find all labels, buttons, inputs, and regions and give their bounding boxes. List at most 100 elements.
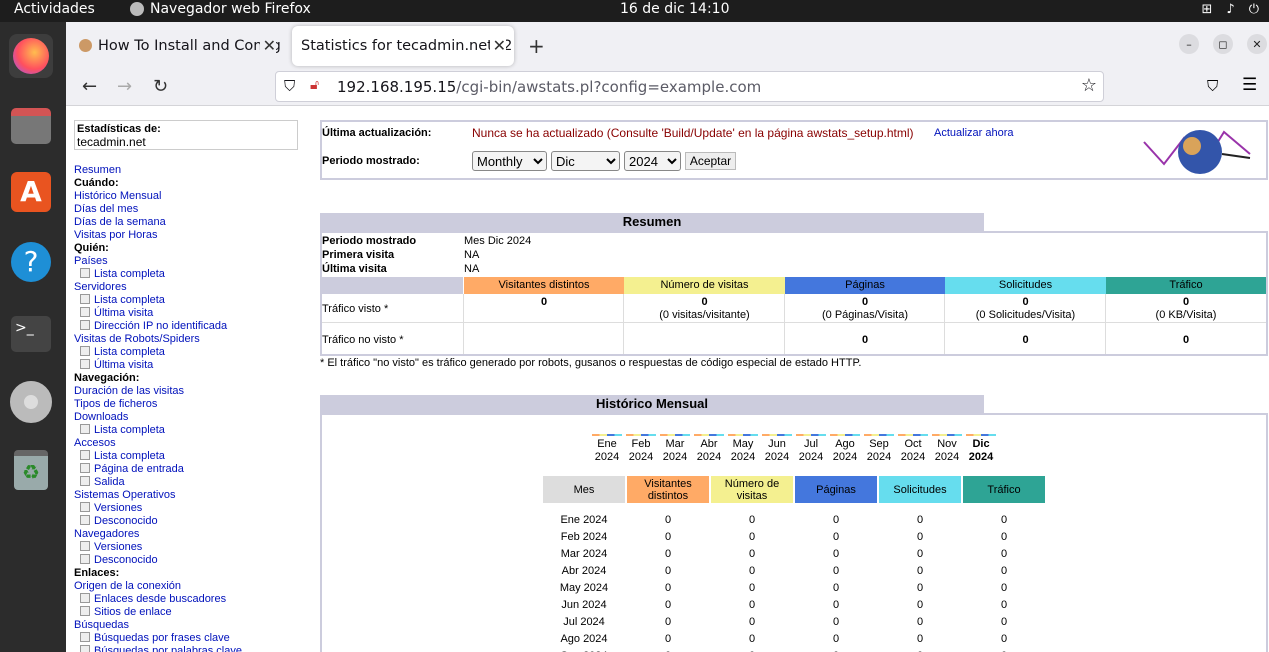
month-row-value: 0 (664, 616, 672, 628)
browser-chrome: How To Install and Config ✕ Statistics f… (66, 22, 1269, 106)
menu-link[interactable]: Versiones (74, 502, 314, 515)
maximize-button[interactable]: ◻ (1213, 34, 1233, 54)
new-tab-button[interactable]: + (528, 34, 545, 58)
menu-link[interactable]: Navegadores (74, 528, 314, 541)
menu-link[interactable]: Página de entrada (74, 463, 314, 476)
menu-link[interactable]: Servidores (74, 281, 314, 294)
month-bar-baseline (796, 434, 826, 436)
period-type-select[interactable]: Monthly (472, 151, 547, 171)
period-label: Periodo mostrado: (322, 155, 420, 167)
menu-link[interactable]: Lista completa (74, 294, 314, 307)
app-menu[interactable]: Navegador web Firefox (130, 1, 311, 17)
menu-link[interactable]: Desconocido (74, 515, 314, 528)
period-row-value: Mes Dic 2024 (464, 235, 532, 247)
month-row-label: Ene 2024 (560, 514, 608, 526)
monthly-col-header: Solicitudes (879, 476, 961, 503)
menu-link[interactable]: Lista completa (74, 450, 314, 463)
summary-col-header: Número de visitas (624, 277, 785, 294)
menu-heading: Quién: (74, 242, 109, 254)
menu-link[interactable]: Versiones (74, 541, 314, 554)
url-bar[interactable]: ⛉ 🔓︎ 192.168.195.15/cgi-bin/awstats.pl?c… (275, 71, 1104, 102)
disc-dock-icon[interactable] (9, 380, 53, 424)
seen-subvalue: (0 Solicitudes/Visita) (975, 309, 1076, 321)
menu-link[interactable]: Días de la semana (74, 216, 314, 229)
menu-link[interactable]: Países (74, 255, 314, 268)
menu-link[interactable]: Lista completa (74, 346, 314, 359)
shield-icon[interactable]: ⛉ (284, 77, 295, 95)
menu-link[interactable]: Búsquedas por palabras clave (74, 645, 314, 652)
seen-subvalue: (0 Páginas/Visita) (821, 309, 908, 321)
close-tab-icon[interactable]: ✕ (259, 36, 276, 55)
software-dock-icon[interactable]: A (9, 170, 53, 214)
month-row-value: 0 (748, 514, 756, 526)
year-label: 2024 (594, 451, 620, 463)
menu-link[interactable]: Desconocido (74, 554, 314, 567)
menu-link[interactable]: Última visita (74, 359, 314, 372)
menu-link[interactable]: Visitas por Horas (74, 229, 314, 242)
menu-icon[interactable]: ☰ (1242, 75, 1257, 95)
reload-button[interactable]: ↻ (153, 76, 168, 97)
insecure-lock-icon[interactable]: 🔓︎ (310, 77, 319, 93)
month-row-label: Ago 2024 (560, 633, 608, 645)
menu-link[interactable]: Última visita (74, 307, 314, 320)
tab-howto[interactable]: How To Install and Config ✕ (74, 26, 284, 66)
year-label: 2024 (798, 451, 824, 463)
month-select[interactable]: Dic (551, 151, 620, 171)
month-bar-baseline (932, 434, 962, 436)
row-divider (322, 322, 1266, 323)
month-row-value: 0 (664, 565, 672, 577)
trash-dock-icon[interactable]: ♻ (9, 448, 53, 492)
menu-link[interactable]: Accesos (74, 437, 314, 450)
menu-link[interactable]: Días del mes (74, 203, 314, 216)
menu-link[interactable]: Enlaces desde buscadores (74, 593, 314, 606)
forward-button[interactable]: → (117, 76, 132, 97)
menu-link[interactable]: Origen de la conexión (74, 580, 314, 593)
files-dock-icon[interactable] (9, 104, 53, 148)
summary-col-header: Páginas (785, 277, 945, 294)
month-row-value: 0 (832, 548, 840, 560)
clock[interactable]: 16 de dic 14:10 (620, 1, 729, 17)
column-divider (944, 294, 945, 354)
back-button[interactable]: ← (82, 76, 97, 97)
month-row-value: 0 (832, 514, 840, 526)
menu-link[interactable]: Dirección IP no identificada (74, 320, 314, 333)
month-row-value: 0 (664, 633, 672, 645)
menu-link[interactable]: Resumen (74, 164, 314, 177)
tab-statistics[interactable]: Statistics for tecadmin.net (2 ✕ (292, 26, 514, 66)
summary-note: * El tráfico "no visto" es tráfico gener… (320, 357, 862, 369)
pocket-icon[interactable]: ⛉ (1207, 77, 1218, 95)
bookmark-star-icon[interactable]: ☆ (1081, 75, 1097, 96)
menu-link[interactable]: Lista completa (74, 424, 314, 437)
url-path: /cgi-bin/awstats.pl?config=example.com (456, 78, 762, 96)
year-select[interactable]: 2024 (624, 151, 681, 171)
month-row-value: 0 (832, 633, 840, 645)
submit-button[interactable]: Aceptar (685, 152, 736, 170)
menu-link[interactable]: Búsquedas por frases clave (74, 632, 314, 645)
terminal-dock-icon[interactable]: >_ (9, 312, 53, 356)
menu-link[interactable]: Visitas de Robots/Spiders (74, 333, 314, 346)
system-tray[interactable]: ⊞ ♪ ⏻ (1202, 2, 1260, 17)
menu-link[interactable]: Sistemas Operativos (74, 489, 314, 502)
column-divider (1105, 294, 1106, 354)
activities-button[interactable]: Actividades (14, 1, 95, 17)
menu-link[interactable]: Histórico Mensual (74, 190, 314, 203)
year-label: 2024 (866, 451, 892, 463)
menu-link[interactable]: Salida (74, 476, 314, 489)
year-label: 2024 (730, 451, 756, 463)
help-dock-icon[interactable]: ? (9, 240, 53, 284)
minimize-button[interactable]: – (1179, 34, 1199, 54)
menu-link[interactable]: Tipos de ficheros (74, 398, 314, 411)
month-label: Jul (803, 438, 819, 450)
month-label: Ene (597, 438, 617, 450)
close-tab-icon[interactable]: ✕ (489, 36, 506, 55)
menu-link[interactable]: Búsquedas (74, 619, 314, 632)
update-now-link[interactable]: Actualizar ahora (934, 127, 1014, 139)
menu-link[interactable]: Duración de las visitas (74, 385, 314, 398)
menu-link[interactable]: Lista completa (74, 268, 314, 281)
month-bar-baseline (694, 434, 724, 436)
firefox-dock-icon[interactable] (9, 34, 53, 78)
month-label: May (732, 438, 754, 450)
menu-link[interactable]: Downloads (74, 411, 314, 424)
close-window-button[interactable]: ✕ (1247, 34, 1267, 54)
menu-link[interactable]: Sitios de enlace (74, 606, 314, 619)
